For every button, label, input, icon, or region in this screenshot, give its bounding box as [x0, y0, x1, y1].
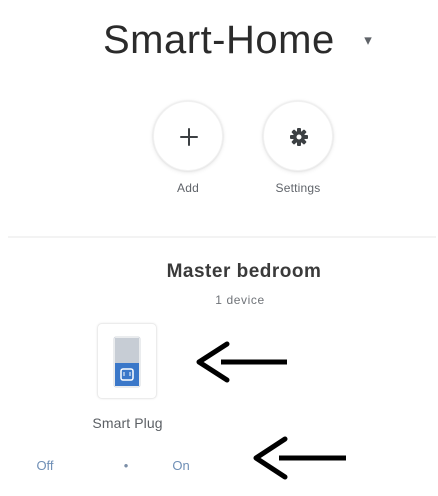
- plus-icon: [180, 128, 198, 146]
- settings-label: Settings: [275, 181, 321, 195]
- gear-icon: [290, 128, 308, 146]
- add-label: Add: [177, 181, 199, 195]
- off-button[interactable]: Off: [30, 455, 60, 477]
- settings-circle[interactable]: [263, 101, 333, 171]
- add-circle[interactable]: [153, 101, 223, 171]
- on-button[interactable]: On: [166, 455, 196, 477]
- settings-button[interactable]: Settings: [258, 101, 338, 201]
- room-device-count: 1 device: [215, 293, 265, 307]
- left-arrow-icon: [196, 341, 287, 383]
- smart-plug-icon: [113, 336, 141, 388]
- home-title[interactable]: Smart-Home: [103, 18, 335, 63]
- chevron-down-icon[interactable]: ▾: [361, 33, 375, 48]
- section-divider: [8, 236, 436, 238]
- device-name: Smart Plug: [92, 415, 163, 431]
- left-arrow-icon: [253, 436, 346, 480]
- power-separator: •: [123, 458, 129, 473]
- smart-plug-device-card[interactable]: [97, 323, 157, 399]
- add-button[interactable]: Add: [148, 101, 228, 201]
- power-controls: Off • On: [30, 455, 220, 477]
- home-header: Smart-Home ▾: [0, 14, 438, 70]
- room-name: Master bedroom: [166, 261, 322, 282]
